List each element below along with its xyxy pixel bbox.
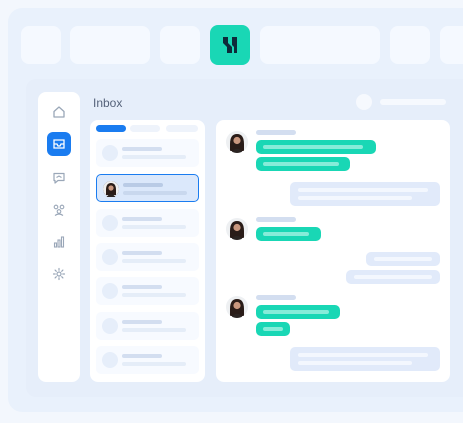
sender-name-placeholder	[256, 295, 296, 300]
home-icon	[53, 106, 65, 118]
person-icon	[103, 181, 119, 197]
topbar-block	[160, 26, 200, 64]
list-item-title-line	[122, 147, 162, 151]
list-item[interactable]	[96, 209, 199, 237]
incoming-message	[256, 227, 321, 241]
tab[interactable]	[166, 125, 198, 132]
brand-logo	[210, 25, 250, 65]
topbar-block	[21, 26, 61, 64]
list-item-selected[interactable]	[96, 174, 199, 202]
list-item-preview-line	[122, 293, 186, 297]
avatar	[102, 352, 118, 368]
list-item[interactable]	[96, 277, 199, 305]
reports-icon	[53, 236, 65, 248]
person-icon	[226, 296, 248, 318]
page-title: Inbox	[93, 96, 123, 110]
list-item-preview-line	[123, 191, 187, 195]
sidebar-item-inbox[interactable]	[47, 132, 71, 156]
topbar-block	[440, 26, 463, 64]
avatar	[102, 145, 118, 161]
outgoing-message	[290, 347, 440, 371]
incoming-message	[256, 157, 350, 171]
tab-active[interactable]	[96, 125, 126, 132]
sidebar-item-settings[interactable]	[47, 262, 71, 286]
list-item[interactable]	[96, 139, 199, 167]
incoming-message	[256, 305, 340, 319]
topbar-block	[260, 26, 380, 64]
brand-logo-icon	[223, 37, 237, 53]
incoming-message	[256, 140, 376, 154]
settings-icon	[52, 267, 66, 281]
incoming-message	[256, 322, 290, 336]
list-item-preview-line	[122, 259, 186, 263]
outgoing-message	[366, 252, 440, 266]
avatar	[103, 181, 119, 197]
avatar	[226, 131, 248, 153]
avatar	[102, 283, 118, 299]
person-icon	[226, 131, 248, 153]
avatar	[102, 318, 118, 334]
list-item-title-line	[123, 183, 163, 187]
list-item-title-line	[122, 285, 162, 289]
list-item-title-line	[122, 251, 162, 255]
list-item[interactable]	[96, 243, 199, 271]
chat-icon	[53, 172, 65, 184]
list-item[interactable]	[96, 312, 199, 340]
avatar	[226, 218, 248, 240]
contacts-icon	[53, 204, 65, 216]
list-item[interactable]	[96, 346, 199, 374]
avatar	[102, 249, 118, 265]
user-name-placeholder	[380, 99, 446, 105]
list-item-preview-line	[122, 155, 186, 159]
list-item-preview-line	[122, 328, 186, 332]
chat-pane	[216, 120, 450, 382]
avatar	[226, 296, 248, 318]
sender-name-placeholder	[256, 130, 296, 135]
list-item-title-line	[122, 320, 162, 324]
avatar	[102, 215, 118, 231]
sidebar-item-home[interactable]	[47, 100, 71, 124]
conversation-list	[90, 120, 205, 382]
sidebar	[38, 92, 80, 382]
sidebar-item-contacts[interactable]	[47, 198, 71, 222]
list-item-title-line	[122, 354, 162, 358]
person-icon	[226, 218, 248, 240]
sender-name-placeholder	[256, 217, 296, 222]
list-item-preview-line	[122, 225, 186, 229]
list-item-preview-line	[122, 362, 186, 366]
topbar-block	[70, 26, 150, 64]
list-item-title-line	[122, 217, 162, 221]
sidebar-item-chat[interactable]	[47, 166, 71, 190]
avatar-placeholder[interactable]	[356, 94, 372, 110]
outgoing-message	[290, 182, 440, 206]
outgoing-message	[346, 270, 440, 284]
inbox-icon	[53, 139, 65, 149]
tab[interactable]	[130, 125, 160, 132]
sidebar-item-reports[interactable]	[47, 230, 71, 254]
topbar-block	[390, 26, 430, 64]
